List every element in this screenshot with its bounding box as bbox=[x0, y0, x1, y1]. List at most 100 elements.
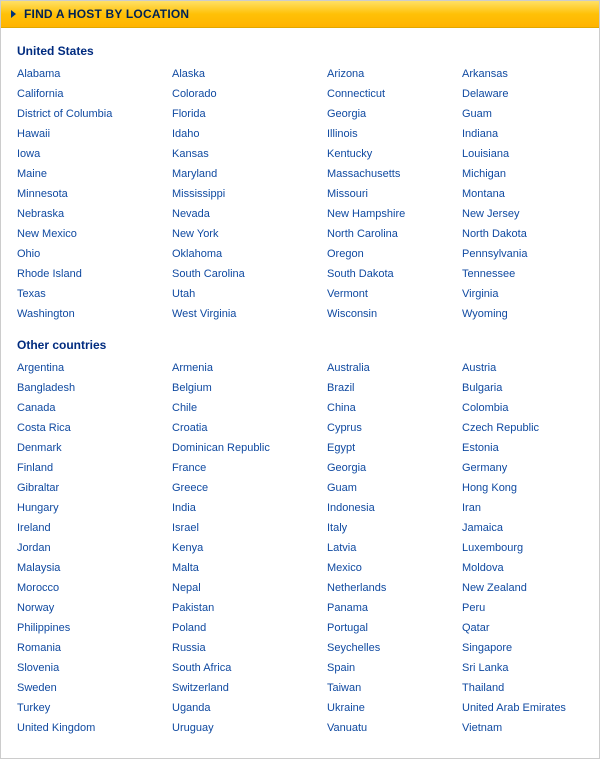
location-link[interactable]: Germany bbox=[462, 458, 583, 478]
location-link[interactable]: Iowa bbox=[17, 144, 172, 164]
location-link[interactable]: Indiana bbox=[462, 124, 583, 144]
panel-header[interactable]: FIND A HOST BY LOCATION bbox=[1, 1, 599, 28]
location-link[interactable]: Malta bbox=[172, 558, 327, 578]
location-link[interactable]: District of Columbia bbox=[17, 104, 172, 124]
location-link[interactable]: Taiwan bbox=[327, 678, 462, 698]
location-link[interactable]: New Jersey bbox=[462, 204, 583, 224]
location-link[interactable]: Jamaica bbox=[462, 518, 583, 538]
location-link[interactable]: Guam bbox=[462, 104, 583, 124]
location-link[interactable]: Illinois bbox=[327, 124, 462, 144]
location-link[interactable]: Bangladesh bbox=[17, 378, 172, 398]
location-link[interactable]: Philippines bbox=[17, 618, 172, 638]
location-link[interactable]: Greece bbox=[172, 478, 327, 498]
location-link[interactable]: Idaho bbox=[172, 124, 327, 144]
location-link[interactable]: Morocco bbox=[17, 578, 172, 598]
location-link[interactable]: Vanuatu bbox=[327, 718, 462, 738]
location-link[interactable]: Oregon bbox=[327, 244, 462, 264]
location-link[interactable]: Spain bbox=[327, 658, 462, 678]
location-link[interactable]: Nepal bbox=[172, 578, 327, 598]
location-link[interactable]: Pakistan bbox=[172, 598, 327, 618]
location-link[interactable]: Ukraine bbox=[327, 698, 462, 718]
location-link[interactable]: Tennessee bbox=[462, 264, 583, 284]
location-link[interactable]: Finland bbox=[17, 458, 172, 478]
location-link[interactable]: Denmark bbox=[17, 438, 172, 458]
location-link[interactable]: Norway bbox=[17, 598, 172, 618]
location-link[interactable]: Poland bbox=[172, 618, 327, 638]
location-link[interactable]: Chile bbox=[172, 398, 327, 418]
location-link[interactable]: Louisiana bbox=[462, 144, 583, 164]
location-link[interactable]: Israel bbox=[172, 518, 327, 538]
location-link[interactable]: Michigan bbox=[462, 164, 583, 184]
location-link[interactable]: Maine bbox=[17, 164, 172, 184]
location-link[interactable]: Argentina bbox=[17, 358, 172, 378]
location-link[interactable]: Sri Lanka bbox=[462, 658, 583, 678]
location-link[interactable]: Jordan bbox=[17, 538, 172, 558]
location-link[interactable]: India bbox=[172, 498, 327, 518]
location-link[interactable]: Missouri bbox=[327, 184, 462, 204]
location-link[interactable]: Utah bbox=[172, 284, 327, 304]
location-link[interactable]: Arkansas bbox=[462, 64, 583, 84]
location-link[interactable]: Pennsylvania bbox=[462, 244, 583, 264]
location-link[interactable]: Armenia bbox=[172, 358, 327, 378]
location-link[interactable]: Mexico bbox=[327, 558, 462, 578]
location-link[interactable]: Colombia bbox=[462, 398, 583, 418]
location-link[interactable]: Belgium bbox=[172, 378, 327, 398]
location-link[interactable]: Virginia bbox=[462, 284, 583, 304]
location-link[interactable]: Croatia bbox=[172, 418, 327, 438]
location-link[interactable]: Rhode Island bbox=[17, 264, 172, 284]
location-link[interactable]: Slovenia bbox=[17, 658, 172, 678]
location-link[interactable]: South Dakota bbox=[327, 264, 462, 284]
location-link[interactable]: Czech Republic bbox=[462, 418, 583, 438]
location-link[interactable]: Estonia bbox=[462, 438, 583, 458]
location-link[interactable]: Georgia bbox=[327, 104, 462, 124]
location-link[interactable]: Maryland bbox=[172, 164, 327, 184]
location-link[interactable]: Brazil bbox=[327, 378, 462, 398]
location-link[interactable]: Montana bbox=[462, 184, 583, 204]
location-link[interactable]: Moldova bbox=[462, 558, 583, 578]
location-link[interactable]: Hawaii bbox=[17, 124, 172, 144]
location-link[interactable]: United Kingdom bbox=[17, 718, 172, 738]
location-link[interactable]: Oklahoma bbox=[172, 244, 327, 264]
location-link[interactable]: Kenya bbox=[172, 538, 327, 558]
location-link[interactable]: Nevada bbox=[172, 204, 327, 224]
location-link[interactable]: Uruguay bbox=[172, 718, 327, 738]
location-link[interactable]: South Carolina bbox=[172, 264, 327, 284]
location-link[interactable]: Australia bbox=[327, 358, 462, 378]
location-link[interactable]: Delaware bbox=[462, 84, 583, 104]
location-link[interactable]: Hungary bbox=[17, 498, 172, 518]
location-link[interactable]: Romania bbox=[17, 638, 172, 658]
location-link[interactable]: Kentucky bbox=[327, 144, 462, 164]
location-link[interactable]: Turkey bbox=[17, 698, 172, 718]
location-link[interactable]: Bulgaria bbox=[462, 378, 583, 398]
location-link[interactable]: Switzerland bbox=[172, 678, 327, 698]
location-link[interactable]: Portugal bbox=[327, 618, 462, 638]
location-link[interactable]: Ireland bbox=[17, 518, 172, 538]
location-link[interactable]: New Hampshire bbox=[327, 204, 462, 224]
location-link[interactable]: Massachusetts bbox=[327, 164, 462, 184]
location-link[interactable]: Peru bbox=[462, 598, 583, 618]
location-link[interactable]: Egypt bbox=[327, 438, 462, 458]
location-link[interactable]: Guam bbox=[327, 478, 462, 498]
location-link[interactable]: Nebraska bbox=[17, 204, 172, 224]
location-link[interactable]: California bbox=[17, 84, 172, 104]
location-link[interactable]: Ohio bbox=[17, 244, 172, 264]
location-link[interactable]: Italy bbox=[327, 518, 462, 538]
location-link[interactable]: Alaska bbox=[172, 64, 327, 84]
location-link[interactable]: Costa Rica bbox=[17, 418, 172, 438]
location-link[interactable]: Cyprus bbox=[327, 418, 462, 438]
location-link[interactable]: Wisconsin bbox=[327, 304, 462, 324]
location-link[interactable]: Wyoming bbox=[462, 304, 583, 324]
location-link[interactable]: North Dakota bbox=[462, 224, 583, 244]
location-link[interactable]: Russia bbox=[172, 638, 327, 658]
location-link[interactable]: Minnesota bbox=[17, 184, 172, 204]
location-link[interactable]: Thailand bbox=[462, 678, 583, 698]
location-link[interactable]: Washington bbox=[17, 304, 172, 324]
location-link[interactable]: Qatar bbox=[462, 618, 583, 638]
location-link[interactable]: New Mexico bbox=[17, 224, 172, 244]
location-link[interactable]: Mississippi bbox=[172, 184, 327, 204]
location-link[interactable]: Luxembourg bbox=[462, 538, 583, 558]
location-link[interactable]: Singapore bbox=[462, 638, 583, 658]
location-link[interactable]: Florida bbox=[172, 104, 327, 124]
location-link[interactable]: Texas bbox=[17, 284, 172, 304]
location-link[interactable]: New York bbox=[172, 224, 327, 244]
